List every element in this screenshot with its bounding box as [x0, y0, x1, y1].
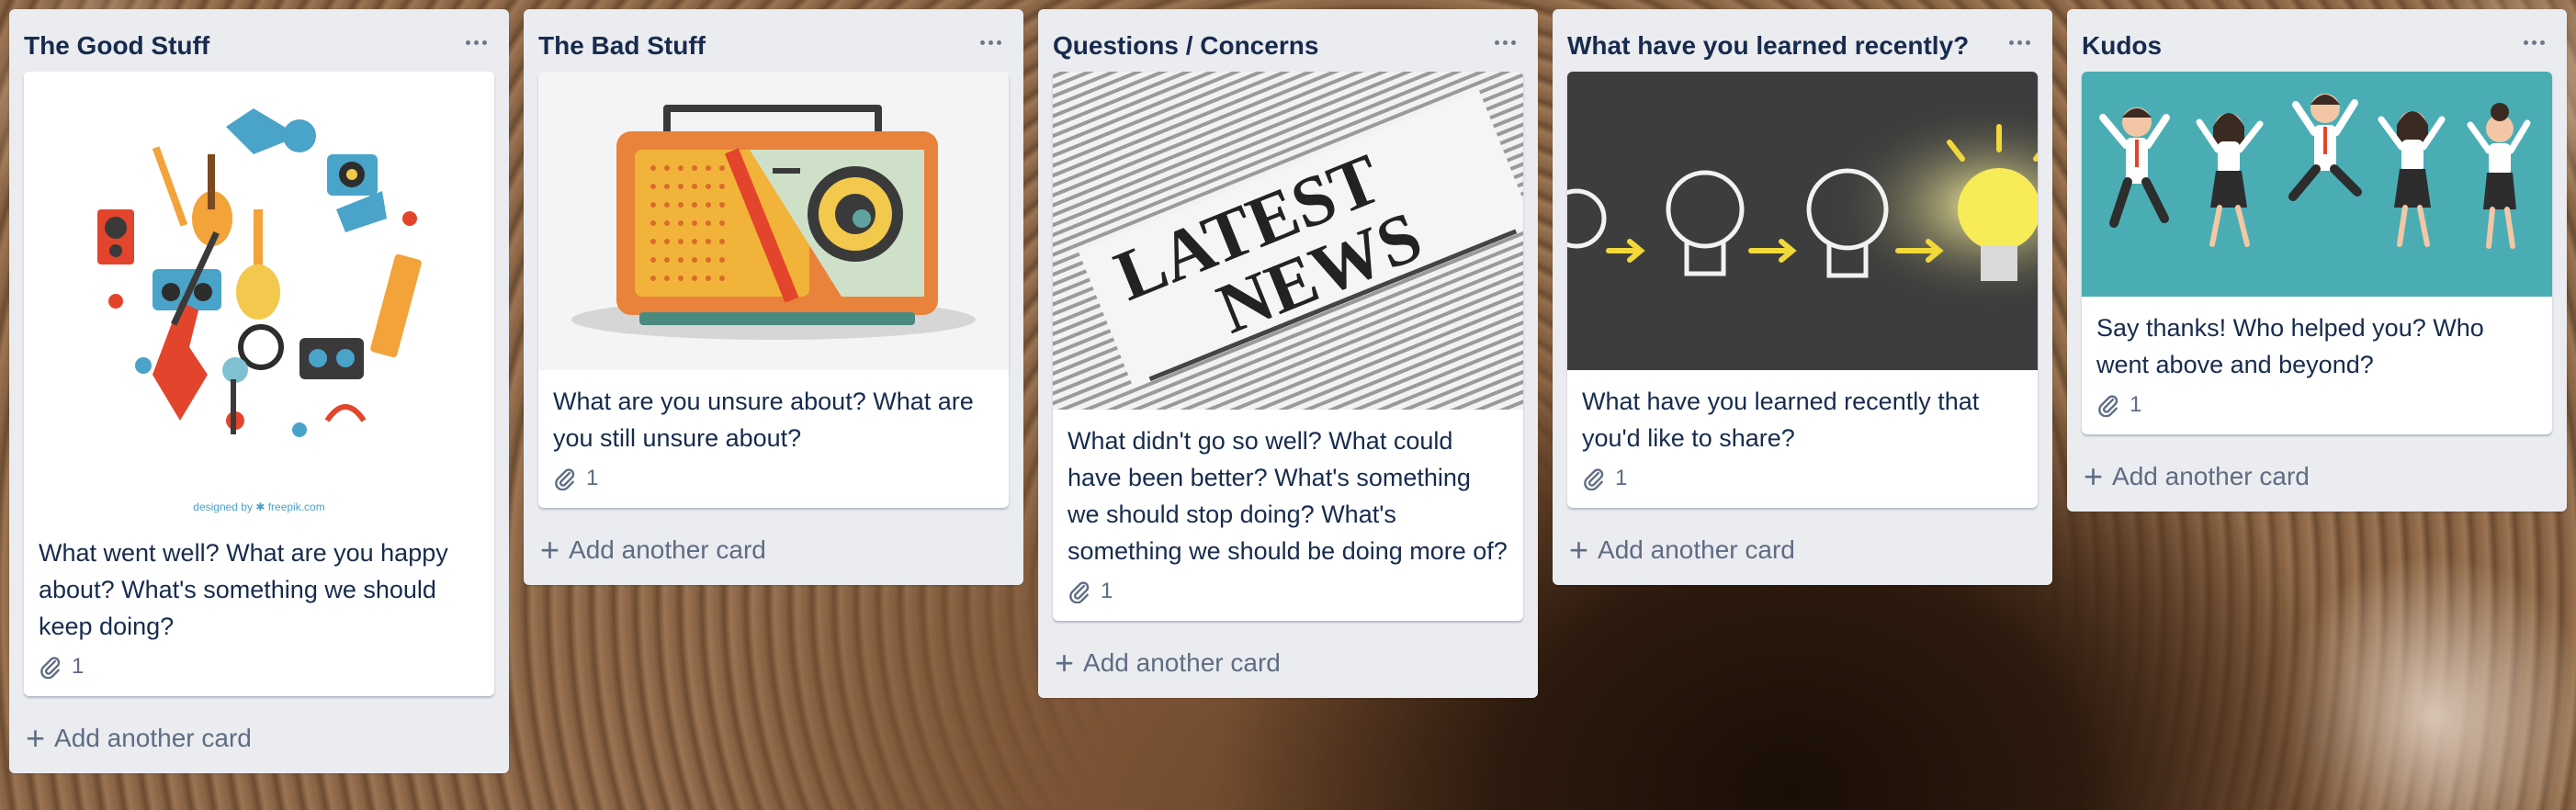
add-card-button[interactable]: + Add another card [524, 523, 1023, 585]
card-body: What are you unsure about? What are you … [538, 370, 1009, 508]
attachment-count: 1 [1101, 579, 1113, 603]
list-title[interactable]: What have you learned recently? [1567, 28, 1988, 64]
list-menu-button[interactable] [2512, 22, 2556, 62]
add-card-label: Add another card [54, 724, 252, 752]
add-card-label: Add another card [2112, 462, 2310, 490]
card-body: What went well? What are you happy about… [24, 522, 494, 696]
paperclip-icon [1584, 468, 1604, 490]
ellipsis-icon [2523, 39, 2545, 45]
plus-icon: + [1055, 644, 1075, 681]
list-questions-concerns: Questions / Concerns LATEST NEWS What di… [1038, 9, 1538, 698]
card-text: What went well? What are you happy about… [39, 539, 448, 640]
list-title[interactable]: Questions / Concerns [1053, 28, 1474, 64]
card-body: What have you learned recently that you'… [1567, 370, 2038, 508]
plus-icon: + [1569, 531, 1589, 568]
list-title[interactable]: The Bad Stuff [538, 28, 959, 64]
card-cover-lightbulbs [1567, 72, 2038, 370]
card-badges: 1 [1068, 575, 1508, 608]
card-text: What are you unsure about? What are you … [553, 388, 974, 452]
ellipsis-icon [1494, 39, 1516, 45]
list-menu-button[interactable] [1483, 22, 1527, 62]
add-card-button[interactable]: + Add another card [2067, 449, 2567, 512]
ellipsis-icon [2008, 39, 2030, 45]
ellipsis-icon [979, 39, 1001, 45]
card-body: What didn't go so well? What could have … [1053, 410, 1523, 621]
attachment-count: 1 [586, 466, 599, 490]
list-kudos: Kudos Say thanks! Who helped you? Who we… [2067, 9, 2567, 512]
list-menu-button[interactable] [968, 22, 1012, 62]
card-text: What have you learned recently that you'… [1582, 388, 1980, 452]
list-title[interactable]: The Good Stuff [24, 28, 445, 64]
list-header: The Bad Stuff [524, 9, 1023, 72]
add-card-button[interactable]: + Add another card [1038, 636, 1538, 698]
attachment-count: 1 [2130, 392, 2142, 417]
add-card-label: Add another card [569, 535, 766, 564]
card-cover-newspaper: LATEST NEWS [1053, 72, 1523, 410]
plus-icon: + [2084, 457, 2104, 495]
card-text: What didn't go so well? What could have … [1068, 427, 1508, 565]
paperclip-icon [1069, 581, 1090, 603]
add-card-label: Add another card [1083, 648, 1281, 677]
card[interactable]: What are you unsure about? What are you … [538, 72, 1009, 508]
card-text: Say thanks! Who helped you? Who went abo… [2096, 314, 2484, 378]
card-badges: 1 [553, 462, 994, 495]
card-badges: 1 [1582, 462, 2023, 495]
card-badges: 1 [2096, 388, 2537, 422]
plus-icon: + [26, 719, 46, 757]
board: The Good Stuff designed by ✱ freepik.com… [0, 0, 2576, 810]
list-header: The Good Stuff [9, 9, 509, 72]
cover-credit: designed by ✱ freepik.com [193, 501, 324, 513]
add-card-button[interactable]: + Add another card [9, 711, 509, 773]
list-menu-button[interactable] [454, 22, 498, 62]
attachment-count: 1 [72, 654, 85, 679]
card-body: Say thanks! Who helped you? Who went abo… [2082, 297, 2552, 434]
list-header: Kudos [2067, 9, 2567, 72]
list-header: Questions / Concerns [1038, 9, 1538, 72]
card-cover-music-instruments: designed by ✱ freepik.com [24, 72, 494, 522]
paperclip-icon [555, 468, 575, 490]
paperclip-icon [40, 657, 61, 679]
paperclip-icon [2098, 395, 2118, 417]
card-cover-radio [538, 72, 1009, 370]
list-good-stuff: The Good Stuff designed by ✱ freepik.com… [9, 9, 509, 773]
card[interactable]: What have you learned recently that you'… [1567, 72, 2038, 508]
list-menu-button[interactable] [1997, 22, 2041, 62]
list-header: What have you learned recently? [1553, 9, 2052, 72]
add-card-button[interactable]: + Add another card [1553, 523, 2052, 585]
attachment-count: 1 [1615, 466, 1628, 490]
list-learned-recently: What have you learned recently? What hav… [1553, 9, 2052, 585]
list-bad-stuff: The Bad Stuff What are you unsure about?… [524, 9, 1023, 585]
card[interactable]: Say thanks! Who helped you? Who went abo… [2082, 72, 2552, 434]
card-badges: 1 [39, 650, 480, 683]
list-title[interactable]: Kudos [2082, 28, 2503, 64]
card[interactable]: LATEST NEWS What didn't go so well? What… [1053, 72, 1523, 621]
add-card-label: Add another card [1598, 535, 1795, 564]
card[interactable]: designed by ✱ freepik.com What went well… [24, 72, 494, 696]
ellipsis-icon [465, 39, 487, 45]
card-cover-celebrating-team [2082, 72, 2552, 297]
plus-icon: + [540, 531, 560, 568]
